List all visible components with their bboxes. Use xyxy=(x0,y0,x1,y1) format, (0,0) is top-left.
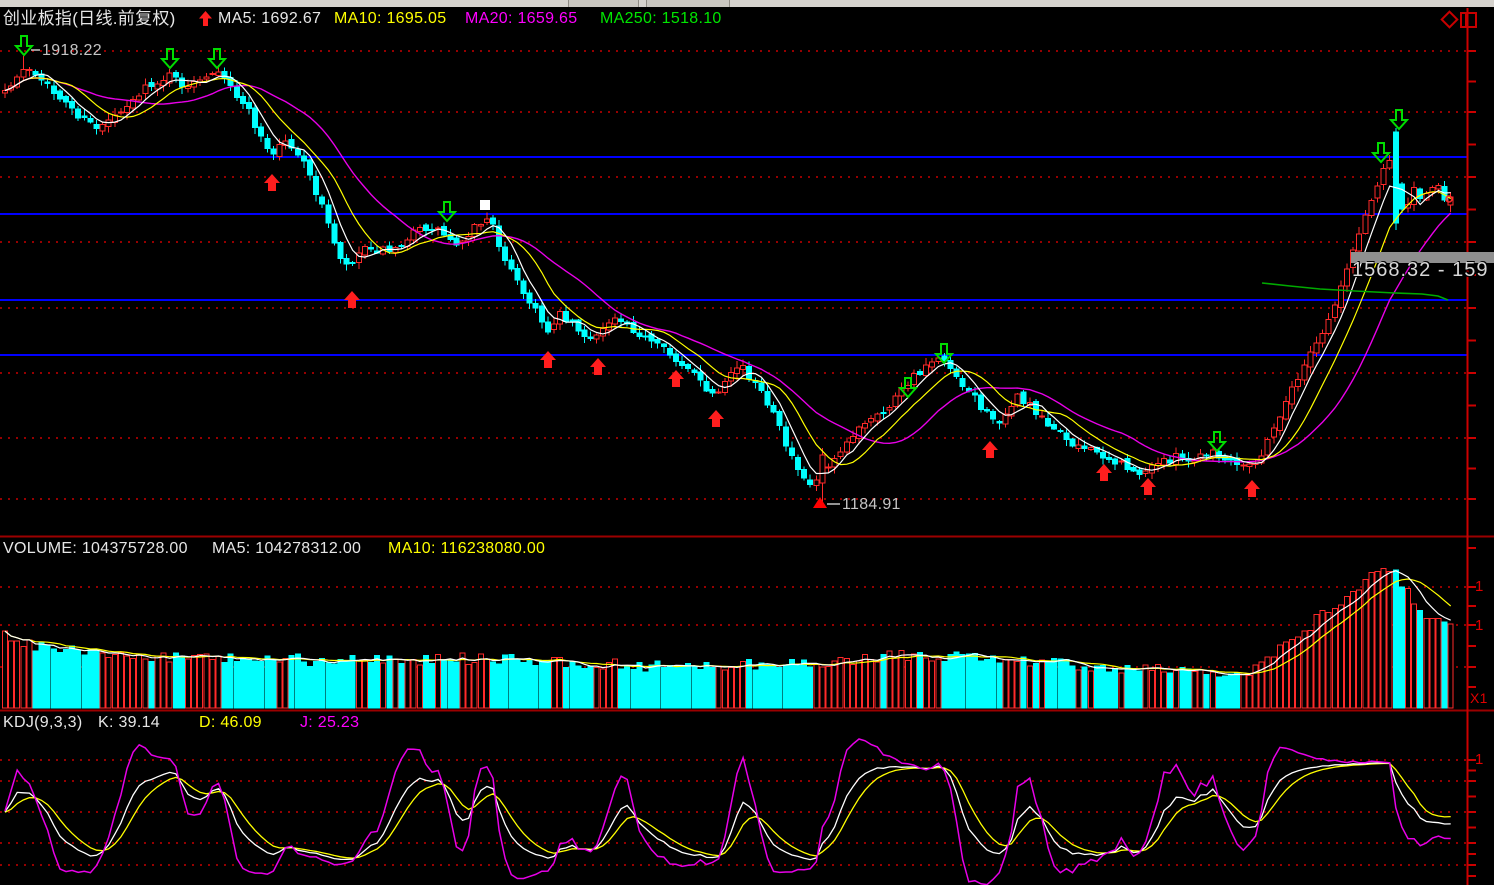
kdj-k-value: K: 39.14 xyxy=(98,714,160,732)
ma250-value: MA250: 1518.10 xyxy=(600,10,722,28)
kdj-d-value: D: 46.09 xyxy=(199,714,262,732)
buy-signal-arrow-icon xyxy=(1096,464,1112,481)
split-window-icon[interactable] xyxy=(1460,12,1477,28)
ma20-value: MA20: 1659.65 xyxy=(465,10,577,28)
ma5-value: MA5: 1692.67 xyxy=(218,10,321,28)
sell-signal-arrow-icon xyxy=(1391,110,1407,129)
sell-signal-arrow-icon xyxy=(16,36,32,55)
volume-ma5-value: MA5: 104278312.00 xyxy=(212,540,361,558)
sell-signal-arrow-icon xyxy=(162,49,178,68)
candles-layer xyxy=(3,56,1454,504)
volume-axis-label-top: 1 xyxy=(1475,578,1484,596)
high-price-label: 1918.22 xyxy=(42,42,102,60)
white-square-marker xyxy=(480,200,490,210)
kdj-j-value: J: 25.23 xyxy=(300,714,359,732)
instrument-title: 创业板指(日线.前复权) xyxy=(3,9,176,28)
buy-signal-arrow-icon xyxy=(982,441,998,458)
trend-up-arrow-icon xyxy=(199,11,212,27)
volume-axis-multiplier: X1 xyxy=(1470,689,1488,707)
signal-markers-layer xyxy=(16,36,1452,508)
sell-signal-arrow-icon xyxy=(1209,432,1225,451)
sell-signal-arrow-icon xyxy=(439,202,455,221)
volume-value: VOLUME: 104375728.00 xyxy=(3,540,188,558)
trading-app-window: { "header": { "title": "创业板指(日线.前复权)", "… xyxy=(0,0,1494,885)
buy-signal-arrow-icon xyxy=(264,174,280,191)
ma10-value: MA10: 1695.05 xyxy=(334,10,446,28)
kdj-gridlines xyxy=(0,760,1467,865)
buy-signal-arrow-icon xyxy=(1140,478,1156,495)
main-gridlines xyxy=(0,51,1467,499)
buy-signal-arrow-icon xyxy=(708,410,724,427)
volume-gridlines xyxy=(0,587,1467,667)
low-price-label: 1184.91 xyxy=(842,496,901,514)
buy-signal-arrow-icon xyxy=(540,351,556,368)
split-window-icon-bar xyxy=(1465,14,1467,26)
sell-signal-arrow-icon xyxy=(209,49,225,68)
sell-signal-arrow-icon xyxy=(1373,143,1389,162)
volume-ma10-value: MA10: 116238080.00 xyxy=(388,540,545,558)
ma250-line xyxy=(1262,283,1448,300)
ma-lines-layer xyxy=(5,74,1451,473)
info-box-text: 1568.32 - 159 xyxy=(1352,261,1488,279)
buy-signal-arrow-icon xyxy=(1244,480,1260,497)
volume-axis-label-mid: 1 xyxy=(1475,617,1484,635)
buy-signal-arrow-icon xyxy=(344,291,360,308)
header-row: 创业板指(日线.前复权) xyxy=(3,10,176,29)
chart-canvas xyxy=(0,0,1494,885)
kdj-axis-label: 1 xyxy=(1475,751,1484,769)
volume-bars-layer xyxy=(3,568,1454,708)
kdj-name: KDJ(9,3,3) xyxy=(3,714,82,732)
horizontal-trend-lines[interactable] xyxy=(0,157,1467,355)
